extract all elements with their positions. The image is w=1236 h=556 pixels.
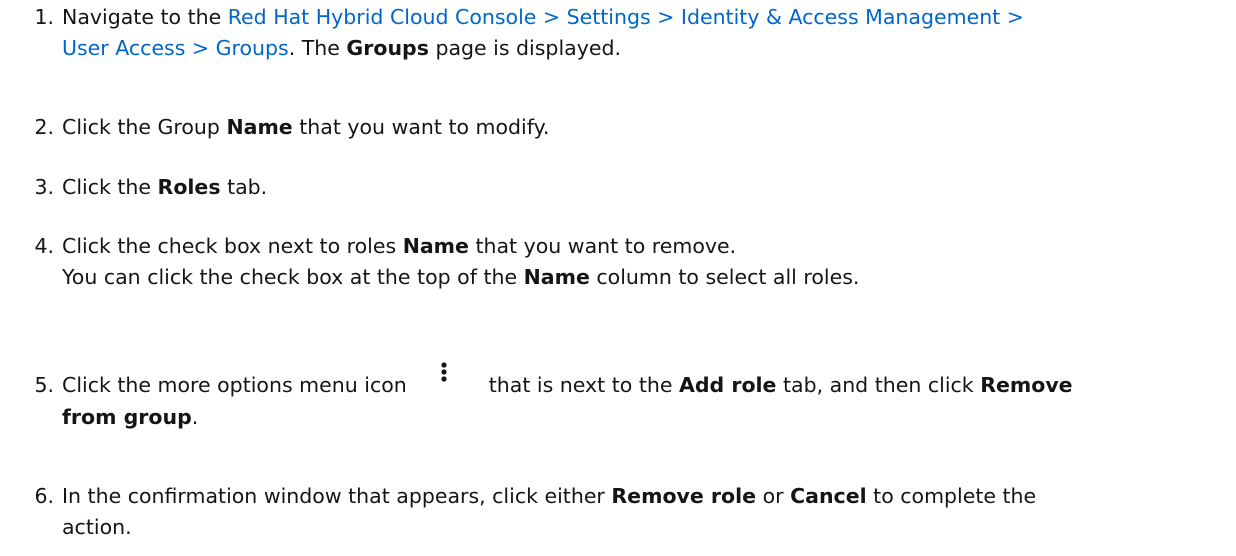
name-column-label: Name [523, 265, 590, 289]
step-text-fragment: tab, and then click [776, 373, 981, 397]
step-number: 2. [34, 115, 54, 139]
step-number: 1. [34, 5, 54, 29]
step-text-fragment: that is next to the [488, 373, 679, 397]
step-number: 6. [34, 484, 54, 508]
step-text-fragment: action. [62, 515, 132, 539]
from-group-label: from group [62, 405, 192, 429]
step-text-fragment: . The [288, 36, 347, 60]
step-text-fragment: You can click the check box at the top o… [62, 265, 524, 289]
step-text-fragment: that you want to modify. [292, 115, 550, 139]
step-number: 3. [34, 175, 54, 199]
roles-label: Roles [157, 175, 221, 199]
cancel-label: Cancel [790, 484, 867, 508]
name-label: Name [226, 115, 293, 139]
step-text: Click the Group Name that you want to mo… [62, 112, 1227, 143]
console-breadcrumb-link[interactable]: Red Hat Hybrid Cloud Console > Settings … [228, 5, 1024, 29]
step-text-fragment: Click the [62, 175, 158, 199]
groups-label: Groups [346, 36, 429, 60]
name-label: Name [402, 234, 469, 258]
remove-label: Remove [980, 373, 1073, 397]
step-number: 4. [34, 234, 54, 258]
step-text-fragment: Click the more options menu icon [62, 373, 407, 397]
remove-role-label: Remove role [611, 484, 757, 508]
kebab-vertical-icon [441, 362, 447, 388]
step-text-fragment: that you want to remove. [468, 234, 737, 258]
step-text: Click the check box next to roles Name t… [62, 231, 1227, 293]
step-text-fragment: to complete the [866, 484, 1037, 508]
step-text: Click the Roles tab. [62, 172, 1227, 203]
step-text-fragment: column to select all roles. [589, 265, 860, 289]
step-text-fragment: Click the Group [62, 115, 227, 139]
step-text: In the confirmation window that appears,… [62, 481, 1227, 543]
step-text-fragment: In the confirmation window that appears,… [62, 484, 612, 508]
step-text-fragment: . [191, 405, 199, 429]
step-number: 5. [34, 373, 54, 397]
step-text: Click the more options menu icon that is … [62, 362, 1227, 433]
step-intro: Navigate to the [62, 5, 228, 29]
procedure-steps: 1. Navigate to the Red Hat Hybrid Cloud … [0, 0, 1236, 556]
user-access-groups-link[interactable]: User Access > Groups [62, 36, 289, 60]
step-text-fragment: or [756, 484, 791, 508]
add-role-label: Add role [678, 373, 777, 397]
step-text: Navigate to the Red Hat Hybrid Cloud Con… [62, 2, 1227, 64]
step-text-fragment: Click the check box next to roles [62, 234, 403, 258]
step-text-fragment: tab. [220, 175, 268, 199]
step-text-fragment: page is displayed. [428, 36, 621, 60]
